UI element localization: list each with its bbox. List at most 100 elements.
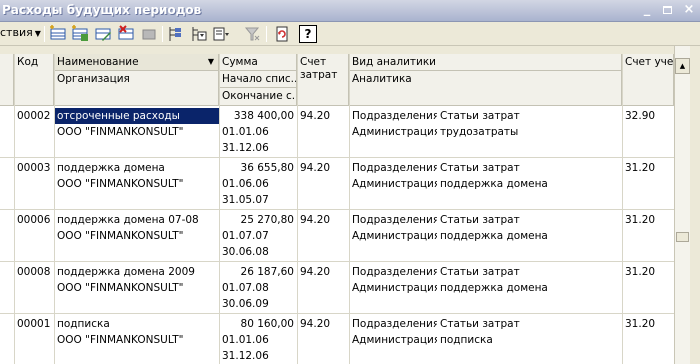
- cell-account-uch[interactable]: 31.20: [622, 264, 674, 280]
- cell-analytics-kind-1[interactable]: Подразделения: [349, 212, 437, 228]
- add-row-icon[interactable]: [49, 25, 67, 43]
- cell-name[interactable]: поддержка домена 2009: [54, 264, 219, 280]
- cell-analytics-kind-2[interactable]: Статьи затрат: [437, 212, 572, 228]
- window-title: Расходы будущих периодов: [2, 3, 202, 17]
- header-analytics-kind[interactable]: Вид аналитики: [349, 54, 622, 71]
- cell-end[interactable]: 31.12.06: [219, 140, 297, 156]
- add-copy-icon[interactable]: [71, 25, 89, 43]
- cell-account[interactable]: 94.20: [297, 316, 349, 332]
- cell-analytics-1[interactable]: Администрация: [349, 332, 437, 348]
- cell-org[interactable]: ООО "FINMANKONSULT": [54, 176, 219, 192]
- cell-account[interactable]: 94.20: [297, 160, 349, 176]
- table-row[interactable]: 00003 поддержка домена ООО "FINMANKONSULT"…: [0, 158, 674, 210]
- cell-code[interactable]: 00001: [14, 316, 54, 332]
- header-account-uch[interactable]: Счет учета: [622, 54, 674, 106]
- help-button[interactable]: ?: [299, 25, 317, 43]
- cell-analytics-2[interactable]: подписка: [437, 332, 572, 348]
- cell-end[interactable]: 30.06.09: [219, 296, 297, 312]
- cell-analytics-kind-1[interactable]: Подразделения: [349, 316, 437, 332]
- table-row[interactable]: 00006 поддержка домена 07-08 ООО "FINMANKO…: [0, 210, 674, 262]
- vertical-scrollbar[interactable]: ▲: [674, 46, 690, 364]
- header-code[interactable]: Код: [14, 54, 54, 106]
- cell-analytics-1[interactable]: Администрация: [349, 280, 437, 296]
- cell-analytics-1[interactable]: Администрация: [349, 228, 437, 244]
- cell-code[interactable]: 00002: [14, 108, 54, 124]
- cell-start[interactable]: 01.01.06: [219, 124, 297, 140]
- filter-dropdown-icon[interactable]: [212, 25, 230, 43]
- cell-account[interactable]: 94.20: [297, 212, 349, 228]
- cell-code[interactable]: 00003: [14, 160, 54, 176]
- filter-icon[interactable]: [190, 25, 208, 43]
- delete-icon[interactable]: [117, 25, 135, 43]
- cell-code[interactable]: 00006: [14, 212, 54, 228]
- cell-start[interactable]: 01.06.06: [219, 176, 297, 192]
- cell-sum[interactable]: 338 400,00: [219, 108, 297, 124]
- cell-end[interactable]: 31.05.07: [219, 192, 297, 208]
- cell-org[interactable]: ООО "FINMANKONSULT": [54, 124, 219, 140]
- cell-account-uch[interactable]: 31.20: [622, 212, 674, 228]
- edit-icon[interactable]: [94, 25, 112, 43]
- clear-filter-icon[interactable]: [243, 25, 261, 43]
- cell-analytics-kind-2[interactable]: Статьи затрат: [437, 108, 572, 124]
- cell-analytics-2[interactable]: поддержка домена: [437, 280, 572, 296]
- maximize-button[interactable]: [658, 3, 676, 19]
- cell-account-uch[interactable]: 31.20: [622, 316, 674, 332]
- cell-analytics-2[interactable]: поддержка домена: [437, 228, 572, 244]
- cell-analytics-kind-2[interactable]: Статьи затрат: [437, 160, 572, 176]
- cell-org[interactable]: ООО "FINMANKONSULT": [54, 228, 219, 244]
- minimize-button[interactable]: _: [638, 3, 656, 19]
- header-name[interactable]: Наименование ▼: [54, 54, 219, 71]
- cell-account-uch[interactable]: 31.20: [622, 160, 674, 176]
- cell-analytics-1[interactable]: Администрация: [349, 176, 437, 192]
- cell-analytics-kind-1[interactable]: Подразделения: [349, 108, 437, 124]
- cell-start[interactable]: 01.07.08: [219, 280, 297, 296]
- header-account-line1: Счет: [300, 56, 327, 68]
- mark-icon[interactable]: [140, 25, 158, 43]
- cell-sum[interactable]: 80 160,00: [219, 316, 297, 332]
- header-end[interactable]: Окончание с...: [219, 88, 297, 106]
- header-account[interactable]: Счет затрат: [297, 54, 349, 106]
- table-row[interactable]: 00008 поддержка домена 2009 ООО "FINMANKON…: [0, 262, 674, 314]
- cell-sum[interactable]: 25 270,80: [219, 212, 297, 228]
- maximize-icon: [662, 6, 672, 14]
- cell-end[interactable]: 30.06.08: [219, 244, 297, 260]
- grid-line: [219, 54, 220, 364]
- table-row[interactable]: 00002 отсроченные расходы ООО "FINMANKONSU…: [0, 106, 674, 158]
- cell-analytics-kind-1[interactable]: Подразделения: [349, 160, 437, 176]
- refresh-icon[interactable]: [273, 25, 291, 43]
- hierarchy-icon[interactable]: [167, 25, 185, 43]
- cell-analytics-2[interactable]: трудозатраты: [437, 124, 572, 140]
- cell-name[interactable]: подписка: [54, 316, 219, 332]
- header-org[interactable]: Организация: [54, 71, 219, 106]
- table-row[interactable]: 00001 подписка ООО "FINMANKONSULT" 80 160,0…: [0, 314, 674, 364]
- cell-sum[interactable]: 26 187,60: [219, 264, 297, 280]
- header-sum[interactable]: Сумма: [219, 54, 297, 71]
- cell-analytics-kind-2[interactable]: Статьи затрат: [437, 316, 572, 332]
- cell-name[interactable]: отсроченные расходы: [54, 108, 219, 124]
- cell-analytics-1[interactable]: Администрация: [349, 124, 437, 140]
- actions-menu-button[interactable]: ствия ▼: [0, 26, 41, 43]
- cell-start[interactable]: 01.01.06: [219, 332, 297, 348]
- close-button[interactable]: ×: [680, 3, 698, 19]
- cell-org[interactable]: ООО "FINMANKONSULT": [54, 332, 219, 348]
- sort-arrow-icon: ▼: [207, 57, 214, 66]
- cell-account[interactable]: 94.20: [297, 264, 349, 280]
- cell-account-uch[interactable]: 32.90: [622, 108, 674, 124]
- cell-analytics-kind-2[interactable]: Статьи затрат: [437, 264, 572, 280]
- toolbar: ствия ▼ ?: [0, 22, 700, 46]
- cell-name[interactable]: поддержка домена: [54, 160, 219, 176]
- header-start[interactable]: Начало спис...: [219, 71, 297, 88]
- cell-name[interactable]: поддержка домена 07-08: [54, 212, 219, 228]
- cell-analytics-2[interactable]: поддержка домена: [437, 176, 572, 192]
- data-grid: Код Наименование ▼ Организация Сумма Нача…: [0, 54, 674, 364]
- scroll-thumb[interactable]: [676, 232, 689, 242]
- header-analytics[interactable]: Аналитика: [349, 71, 622, 106]
- cell-org[interactable]: ООО "FINMANKONSULT": [54, 280, 219, 296]
- cell-sum[interactable]: 36 655,80: [219, 160, 297, 176]
- cell-account[interactable]: 94.20: [297, 108, 349, 124]
- cell-code[interactable]: 00008: [14, 264, 54, 280]
- cell-start[interactable]: 01.07.07: [219, 228, 297, 244]
- cell-end[interactable]: 31.12.06: [219, 348, 297, 364]
- cell-analytics-kind-1[interactable]: Подразделения: [349, 264, 437, 280]
- scroll-up-icon[interactable]: ▲: [675, 58, 690, 74]
